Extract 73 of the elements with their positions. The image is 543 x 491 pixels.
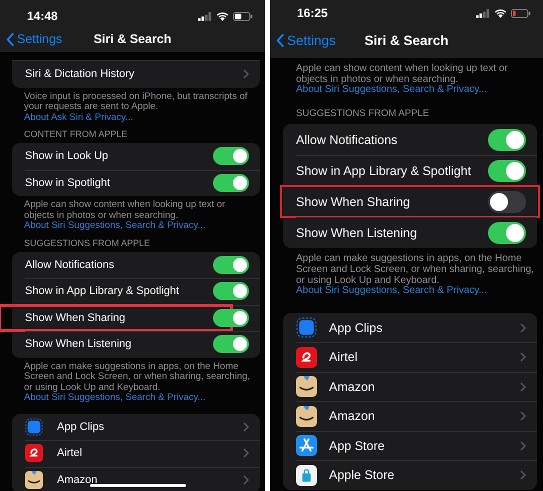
privacy-link[interactable]: About Siri Suggestions, Search & Privacy... (296, 84, 488, 96)
back-button[interactable]: Settings (276, 32, 336, 48)
app-store-icon (296, 435, 317, 456)
chevron-icon (243, 474, 249, 485)
toggle-switch[interactable] (488, 222, 526, 244)
toggle-switch[interactable] (213, 256, 249, 274)
page-title: Siri & Search (94, 32, 172, 46)
toggle-switch[interactable] (488, 160, 526, 182)
toggle-switch[interactable] (488, 190, 526, 213)
app-clips-icon (296, 317, 317, 338)
signal-icon (198, 12, 212, 20)
status-time: 14:48 (27, 9, 58, 23)
privacy-link[interactable]: About Siri Suggestions, Search & Privacy... (24, 392, 206, 403)
setting-label: Allow Notifications (296, 132, 398, 147)
wifi-icon (494, 8, 507, 18)
chevron-icon (243, 69, 249, 80)
chevron-icon (243, 422, 249, 432)
app-name[interactable]: Amazon (329, 380, 520, 394)
section-footer-text: Voice input is processed on iPhone, but transcripts of your requests are sent to Apple. About Ask Siri & Privacy... (24, 92, 248, 123)
back-button[interactable]: Settings (6, 32, 62, 46)
app-clips-icon (25, 418, 43, 436)
toggle-switch[interactable] (488, 128, 526, 151)
app-name[interactable]: Airtel (57, 447, 243, 460)
chevron-icon (520, 322, 526, 333)
chevron-icon (520, 411, 526, 422)
toggle-switch[interactable] (213, 335, 249, 354)
setting-label: Show When Listening (25, 338, 132, 350)
section-footer-text: Apple can make suggestions in apps, on the Home Screen and Lock Screen, or when sharing, searching, or using Look Up and Keyboard. About Siri Suggestions, Search & Privacy... (296, 254, 535, 297)
app-name[interactable]: Amazon (329, 409, 520, 424)
setting-label: Show in App Library & Spotlight (25, 285, 180, 298)
setting-label: Show When Sharing (296, 194, 410, 209)
app-name[interactable]: Airtel (329, 350, 520, 364)
signal-icon (476, 8, 490, 18)
chevron-icon (6, 32, 14, 46)
page-title: Siri & Search (364, 32, 449, 48)
setting-label: Show in Look Up (25, 150, 108, 162)
app-name[interactable]: App Clips (329, 320, 520, 335)
setting-label: Show in Spotlight (25, 176, 110, 189)
section-footer-text: Apple can make suggestions in apps, on the Home Screen and Lock Screen, or when sharing, searching, or using Look Up and Keyboard. About Siri Suggestions, Search & Privacy... (24, 362, 252, 404)
airtel-app-icon (296, 346, 317, 368)
app-name[interactable]: Apple Store (329, 468, 520, 482)
section-footer-text: Apple can show content when looking up text or objects in photos or when searching. About Siri Suggestions, Search & Privacy... (24, 200, 226, 232)
setting-label: Show When Sharing (25, 312, 126, 324)
airtel-app-icon (25, 444, 43, 462)
toggle-switch[interactable] (213, 147, 249, 166)
amazon-app-icon (296, 406, 317, 427)
setting-label: Allow Notifications (25, 258, 114, 271)
chevron-icon (276, 34, 284, 46)
toggle-switch[interactable] (213, 308, 249, 327)
app-name[interactable]: App Clips (57, 420, 243, 433)
privacy-link[interactable]: About Siri Suggestions, Search & Privacy... (24, 220, 206, 231)
wifi-icon (216, 12, 229, 20)
section-header: SUGGESTIONS FROM APPLE (296, 108, 430, 120)
app-name[interactable]: App Store (329, 438, 520, 453)
status-time: 16:25 (297, 6, 328, 20)
setting-label: Show in App Library & Spotlight (296, 164, 472, 178)
section-header: CONTENT FROM APPLE (24, 129, 128, 139)
section-header: SUGGESTIONS FROM APPLE (24, 238, 152, 248)
shopping-bag-app-icon (296, 464, 317, 486)
privacy-link[interactable]: About Siri Suggestions, Search & Privacy... (296, 285, 488, 296)
chevron-icon (520, 382, 526, 392)
chevron-icon (520, 440, 526, 451)
chevron-icon (520, 470, 526, 480)
privacy-link[interactable]: About Ask Siri & Privacy... (24, 112, 134, 122)
amazon-app-icon (296, 376, 317, 398)
setting-label[interactable]: Siri & Dictation History (25, 68, 243, 80)
chevron-icon (243, 448, 249, 458)
app-name[interactable]: Amazon (57, 474, 243, 486)
toggle-switch[interactable] (213, 282, 249, 300)
setting-label: Show When Listening (296, 226, 417, 240)
chevron-icon (520, 352, 526, 362)
section-footer-text: Apple can show content when looking up text or objects in photos or when searching. About Siri Suggestions, Search & Privacy... (296, 64, 509, 96)
toggle-switch[interactable] (213, 174, 249, 192)
